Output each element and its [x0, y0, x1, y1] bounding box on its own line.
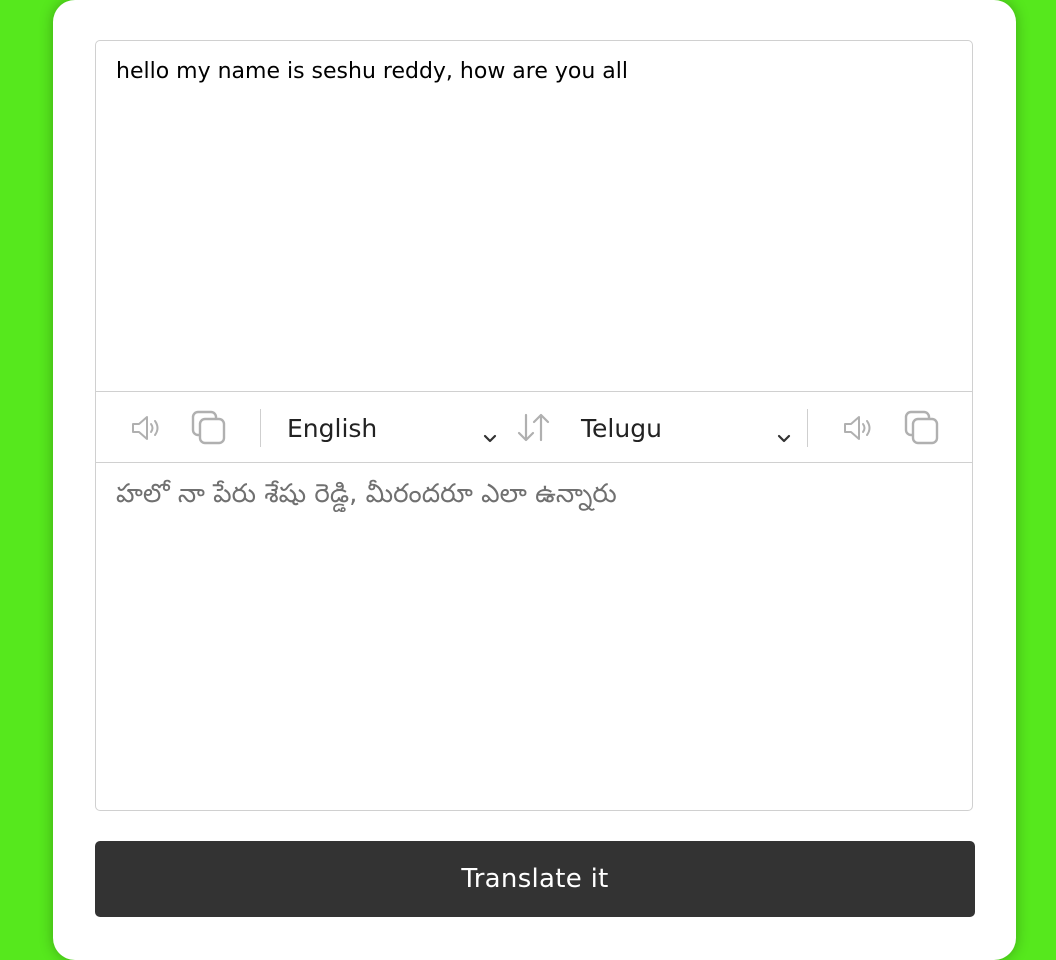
source-language-label: English — [287, 413, 378, 443]
chevron-down-icon — [777, 421, 791, 450]
controls-bar: English Telugu — [96, 391, 972, 463]
divider — [260, 409, 261, 447]
swap-icon[interactable] — [516, 412, 552, 444]
source-text-area[interactable]: hello my name is seshu reddy, how are yo… — [96, 41, 972, 391]
translator-editor: hello my name is seshu reddy, how are yo… — [95, 40, 973, 811]
translate-button[interactable]: Translate it — [95, 841, 975, 917]
speak-source-icon[interactable] — [130, 414, 164, 442]
source-language-select[interactable]: English — [287, 410, 502, 446]
divider — [807, 409, 808, 447]
translator-card: hello my name is seshu reddy, how are yo… — [53, 0, 1016, 960]
translated-text-area[interactable]: హలో నా పేరు శేషు రెడ్డి, మీరందరూ ఎలా ఉన్… — [96, 463, 972, 810]
copy-target-icon[interactable] — [904, 410, 940, 446]
target-language-select[interactable]: Telugu — [581, 410, 796, 446]
chevron-down-icon — [483, 421, 497, 450]
speak-target-icon[interactable] — [842, 414, 876, 442]
copy-source-icon[interactable] — [191, 410, 227, 446]
target-language-label: Telugu — [581, 413, 662, 443]
